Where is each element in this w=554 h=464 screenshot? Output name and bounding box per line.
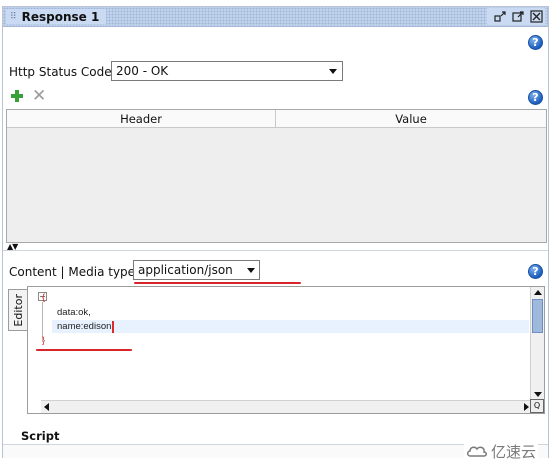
response-panel: ⠿ Response 1 ? Http Status Code: 200 - O… (2, 6, 549, 458)
horizontal-scrollbar[interactable] (41, 400, 532, 413)
tab-script[interactable]: Script (21, 429, 59, 443)
text-caret (112, 321, 114, 333)
close-icon[interactable] (529, 10, 543, 24)
column-header-value[interactable]: Value (276, 110, 546, 127)
red-underline-annotation (36, 349, 132, 351)
media-type-value: application/json (138, 263, 233, 277)
status-code-select[interactable]: 200 - OK (111, 61, 343, 81)
title-label: ⠿ Response 1 (6, 9, 107, 24)
chevron-down-icon (329, 69, 337, 74)
headers-table[interactable]: Header Value (6, 109, 547, 243)
editor-tab[interactable]: Editor (8, 289, 27, 331)
status-code-label: Http Status Code: (9, 65, 116, 79)
maximize-icon[interactable] (511, 10, 525, 24)
help-icon[interactable]: ? (528, 90, 543, 105)
help-icon[interactable]: ? (528, 264, 543, 279)
code-line: } (42, 335, 46, 346)
search-icon[interactable]: Q (530, 399, 544, 413)
watermark-text: 亿速云 (491, 443, 537, 461)
vertical-scrollbar[interactable] (530, 287, 544, 400)
window-buttons (487, 8, 545, 25)
window-title: Response 1 (21, 9, 100, 24)
help-icon[interactable]: ? (528, 35, 543, 50)
scroll-left-icon[interactable] (44, 403, 49, 411)
code-line: { (42, 292, 46, 303)
code-line: data:ok, (57, 307, 91, 318)
watermark: 亿速云 (464, 441, 539, 462)
current-line-highlight (52, 320, 529, 333)
grid-dots-icon: ⠿ (10, 11, 17, 22)
media-type-select[interactable]: application/json (133, 260, 260, 280)
status-code-value: 200 - OK (116, 64, 169, 78)
code-line: name:edison (57, 321, 112, 332)
scroll-up-icon[interactable] (534, 290, 542, 295)
title-bar[interactable]: ⠿ Response 1 (3, 7, 548, 27)
scroll-right-icon[interactable] (524, 403, 529, 411)
red-underline-annotation (134, 282, 301, 284)
editor-tab-label: Editor (12, 294, 25, 327)
cloud-logo-icon (467, 446, 487, 457)
restore-icon[interactable] (493, 10, 507, 24)
table-header: Header Value (7, 110, 546, 128)
scroll-down-icon[interactable] (534, 392, 542, 397)
delete-icon[interactable]: ✕ (32, 88, 46, 105)
add-icon[interactable] (10, 89, 24, 103)
column-header-header[interactable]: Header (7, 110, 276, 127)
chevron-down-icon (247, 268, 255, 273)
scrollbar-thumb[interactable] (532, 299, 543, 333)
divider (3, 250, 548, 251)
content-media-type-label: Content | Media type: (9, 265, 140, 279)
